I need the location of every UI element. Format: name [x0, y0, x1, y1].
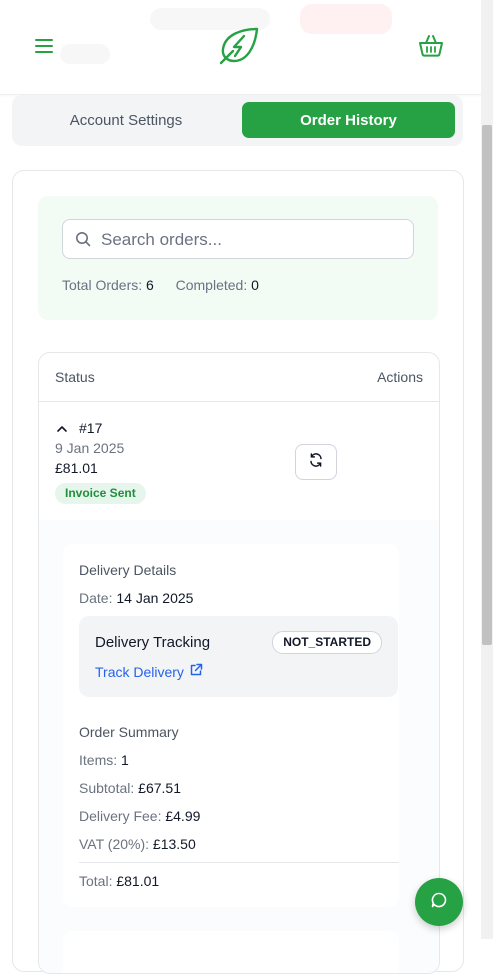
summary-subtotal: Subtotal: £67.51 — [79, 780, 181, 796]
refresh-icon — [308, 452, 324, 473]
summary-total: Total: £81.01 — [79, 873, 159, 889]
summary-vat: VAT (20%): £13.50 — [79, 836, 196, 852]
summary-subtotal-label: Subtotal: — [79, 780, 135, 796]
faded-background-block — [60, 44, 110, 64]
summary-divider — [79, 862, 399, 863]
delivery-date: Date: 14 Jan 2025 — [79, 590, 193, 606]
delivery-tracking-title: Delivery Tracking — [95, 634, 211, 651]
order-summary-title: Order Summary — [79, 724, 179, 740]
summary-items: Items: 1 — [79, 752, 129, 768]
total-orders-label: Total Orders: — [62, 277, 143, 293]
order-stats: Total Orders: 6 Completed: 0 — [62, 277, 259, 293]
leaf-bolt-logo-icon[interactable] — [217, 27, 261, 65]
column-header-status: Status — [55, 369, 95, 385]
reorder-button[interactable] — [295, 444, 337, 480]
delivery-date-value: 14 Jan 2025 — [116, 590, 194, 606]
tab-account-settings[interactable]: Account Settings — [20, 102, 232, 138]
shopping-basket-icon[interactable] — [418, 34, 444, 58]
status-badge: Invoice Sent — [55, 483, 146, 504]
completed-orders-label: Completed: — [175, 277, 248, 293]
external-link-icon[interactable] — [189, 663, 203, 680]
delivery-details-title: Delivery Details — [79, 562, 177, 578]
summary-items-value: 1 — [121, 752, 129, 768]
summary-delivery-fee-value: £4.99 — [165, 808, 201, 824]
search-input[interactable] — [99, 220, 403, 260]
completed-orders-value: 0 — [251, 277, 259, 293]
order-history-panel: Total Orders: 6 Completed: 0 Status Acti… — [12, 170, 464, 974]
search-icon — [75, 231, 91, 247]
account-tabs: Account Settings Order History — [12, 95, 463, 146]
chat-bubble-icon — [430, 891, 448, 914]
column-header-actions: Actions — [377, 369, 423, 385]
header-divider — [39, 401, 439, 402]
site-header — [0, 0, 481, 95]
summary-delivery-fee: Delivery Fee: £4.99 — [79, 808, 200, 824]
faded-background-block — [300, 4, 392, 34]
summary-vat-label: VAT (20%): — [79, 836, 150, 852]
page-scrollbar[interactable] — [481, 0, 493, 939]
search-panel: Total Orders: 6 Completed: 0 — [38, 196, 438, 320]
orders-table: Status Actions #17 9 Jan 2025 £81.01 Inv… — [38, 352, 440, 974]
summary-total-value: £81.01 — [116, 873, 160, 889]
track-delivery-link[interactable]: Track Delivery — [95, 663, 203, 680]
summary-delivery-fee-label: Delivery Fee: — [79, 808, 162, 824]
order-total: £81.01 — [55, 460, 98, 476]
tab-order-history[interactable]: Order History — [242, 102, 455, 138]
track-delivery-label[interactable]: Track Delivery — [95, 664, 184, 680]
delivery-details-card: Delivery Details Date: 14 Jan 2025 Deliv… — [63, 544, 399, 907]
summary-subtotal-value: £67.51 — [138, 780, 181, 796]
chevron-up-icon[interactable] — [56, 422, 68, 434]
total-orders-value: 6 — [146, 277, 154, 293]
chat-button[interactable] — [415, 878, 463, 926]
order-number[interactable]: #17 — [79, 420, 102, 436]
order-date: 9 Jan 2025 — [55, 440, 125, 456]
search-box[interactable] — [62, 219, 414, 260]
summary-vat-value: £13.50 — [152, 836, 196, 852]
scrollbar-thumb[interactable] — [482, 125, 492, 645]
next-details-card — [63, 931, 399, 973]
summary-items-label: Items: — [79, 752, 118, 768]
tracking-status-badge: NOT_STARTED — [272, 631, 382, 654]
delivery-date-label: Date: — [79, 590, 113, 606]
hamburger-menu-icon[interactable] — [32, 34, 56, 58]
delivery-tracking-box: Delivery Tracking NOT_STARTED Track Deli… — [79, 616, 398, 697]
summary-total-label: Total: — [79, 873, 113, 889]
